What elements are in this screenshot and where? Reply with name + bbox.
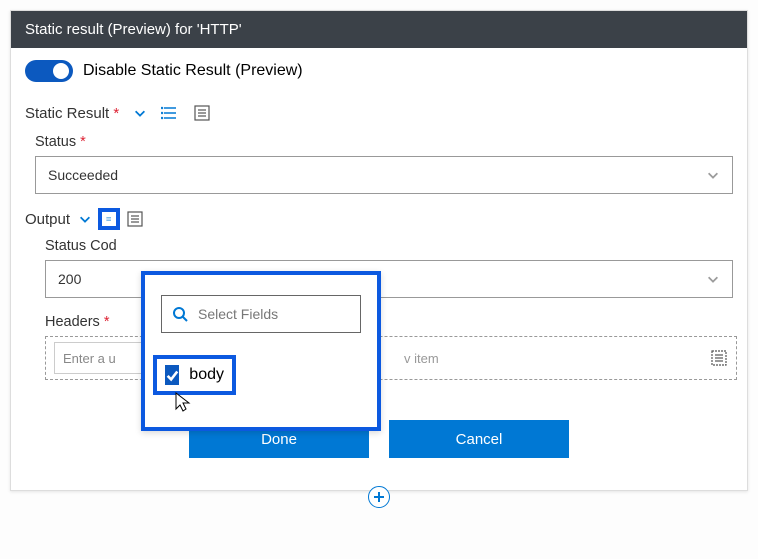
field-option-body[interactable]: body — [157, 359, 232, 391]
chevron-down-icon[interactable] — [133, 106, 147, 120]
chevron-down-icon[interactable] — [78, 212, 92, 226]
json-mode-icon[interactable] — [126, 210, 144, 228]
search-icon — [172, 306, 188, 322]
cancel-button[interactable]: Cancel — [389, 420, 569, 458]
headers-value-hint: v item — [404, 351, 439, 366]
field-option-label: body — [189, 366, 224, 384]
json-mode-icon[interactable] — [193, 104, 211, 122]
dialog-header: Static result (Preview) for 'HTTP' — [11, 11, 747, 48]
mouse-cursor-icon — [173, 391, 193, 418]
optional-fields-icon[interactable] — [161, 104, 179, 122]
output-body: Status Cod 200 Headers * — [35, 238, 733, 380]
static-result-label: Static Result * — [25, 105, 119, 122]
status-select[interactable]: Succeeded — [35, 156, 733, 194]
toggle-row: Disable Static Result (Preview) — [25, 60, 733, 82]
json-mode-icon[interactable] — [710, 349, 728, 367]
disable-static-result-toggle[interactable] — [25, 60, 73, 82]
toggle-label: Disable Static Result (Preview) — [83, 62, 303, 80]
dialog-title: Static result (Preview) for 'HTTP' — [25, 21, 242, 38]
search-placeholder: Select Fields — [198, 306, 278, 322]
optional-fields-icon[interactable] — [100, 210, 118, 228]
status-code-value: 200 — [58, 271, 81, 287]
status-code-label: Status Cod — [45, 238, 733, 254]
status-value: Succeeded — [48, 167, 118, 183]
status-label: Status * — [35, 134, 733, 150]
output-section-row: Output — [25, 210, 733, 228]
static-result-section-row: Static Result * — [25, 104, 733, 122]
chevron-down-icon — [706, 272, 720, 286]
static-result-dialog: Static result (Preview) for 'HTTP' Disab… — [10, 10, 748, 491]
checkbox-checked-icon — [165, 365, 179, 385]
output-label: Output — [25, 211, 70, 228]
toggle-knob — [53, 63, 69, 79]
select-fields-search[interactable]: Select Fields — [161, 295, 361, 333]
add-step-handle[interactable] — [368, 486, 390, 508]
status-field: Status * Succeeded — [35, 134, 733, 194]
chevron-down-icon — [706, 168, 720, 182]
